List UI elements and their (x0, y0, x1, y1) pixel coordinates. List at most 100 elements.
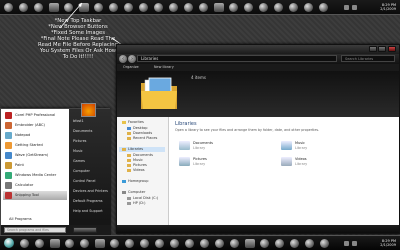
app-icon[interactable] (199, 3, 208, 12)
app-icon[interactable] (80, 239, 89, 248)
start-search-input[interactable]: Search programs and files (4, 227, 66, 233)
program-item[interactable]: Windows Media Center (3, 171, 67, 180)
bottom-clock[interactable]: 8:29 PM 2/1/2009 (380, 239, 396, 247)
app-icon[interactable] (215, 239, 224, 248)
app-icon[interactable] (289, 3, 298, 12)
library-item[interactable]: Pictures Library (193, 157, 207, 166)
clock-date: 2/1/2009 (380, 7, 396, 11)
app-icon[interactable] (110, 239, 119, 248)
start-computer[interactable]: Computer (73, 167, 90, 175)
search-input[interactable]: Search Libraries (341, 55, 395, 62)
app-icon[interactable] (275, 239, 284, 248)
pictures-library-icon[interactable] (179, 157, 190, 166)
app-icon[interactable] (259, 3, 268, 12)
app-icon[interactable] (230, 239, 239, 248)
app-icon[interactable] (290, 239, 299, 248)
app-icon[interactable] (140, 239, 149, 248)
app-icon[interactable] (154, 3, 163, 12)
start-devices[interactable]: Devices and Printers (73, 187, 108, 195)
organize-menu[interactable]: Organize (123, 65, 139, 69)
app-icon[interactable] (125, 239, 134, 248)
library-item[interactable]: Videos Library (295, 157, 307, 166)
nav-item-libraries[interactable]: Libraries (119, 147, 165, 152)
app-icon[interactable] (184, 3, 193, 12)
shutdown-button[interactable] (73, 227, 97, 233)
program-item[interactable]: Paint (3, 161, 67, 170)
app-icon[interactable] (65, 239, 74, 248)
window-titlebar[interactable] (117, 45, 399, 54)
favorites-header[interactable]: Favorites (122, 120, 144, 125)
app-icon[interactable] (109, 3, 118, 12)
folder-icon (127, 136, 131, 140)
app-icon[interactable] (260, 239, 269, 248)
network-icon[interactable] (344, 5, 349, 10)
network-icon[interactable] (344, 241, 349, 246)
program-item[interactable]: Corel PHP Professional (3, 111, 67, 120)
close-button[interactable] (388, 46, 396, 52)
app-icon[interactable] (139, 3, 148, 12)
app-icon[interactable] (49, 3, 59, 12)
app-icon[interactable] (304, 3, 313, 12)
start-orb-icon[interactable] (4, 238, 14, 248)
minimize-button[interactable] (369, 46, 377, 52)
app-icon[interactable] (305, 239, 314, 248)
music-library-icon[interactable] (281, 141, 292, 150)
start-music[interactable]: Music (73, 147, 83, 155)
maximize-button[interactable] (378, 46, 386, 52)
program-item[interactable]: Wave (GetStream) (3, 151, 67, 160)
videos-library-icon[interactable] (281, 157, 292, 166)
app-icon[interactable] (200, 239, 209, 248)
nav-item-drive-d[interactable]: HP (D:) (127, 201, 145, 206)
app-icon[interactable] (169, 3, 178, 12)
app-icon[interactable] (19, 3, 28, 12)
app-icon[interactable] (214, 3, 224, 12)
volume-icon[interactable] (352, 241, 357, 246)
start-user-name[interactable]: bfost1 (73, 117, 84, 125)
nav-item-recent[interactable]: Recent Places (127, 136, 157, 141)
volume-icon[interactable] (352, 5, 357, 10)
documents-library-icon[interactable] (179, 141, 190, 150)
start-games[interactable]: Games (73, 157, 85, 165)
start-control-panel[interactable]: Control Panel (73, 177, 95, 185)
nav-item-homegroup[interactable]: Homegroup (122, 179, 149, 184)
app-icon[interactable] (319, 3, 328, 12)
app-icon[interactable] (274, 3, 283, 12)
nav-item-computer[interactable]: Computer (122, 190, 145, 195)
start-pictures[interactable]: Pictures (73, 137, 86, 145)
app-icon[interactable] (95, 239, 105, 248)
new-library-button[interactable]: New library (154, 65, 174, 69)
program-item[interactable]: Embroider (ABC) (3, 121, 67, 130)
top-clock[interactable]: 8:29 PM 2/1/2009 (380, 3, 396, 11)
app-icon[interactable] (79, 3, 89, 12)
app-icon[interactable] (64, 3, 73, 12)
app-icon[interactable] (94, 3, 103, 12)
start-default-programs[interactable]: Default Programs (73, 197, 103, 205)
program-item[interactable]: Notepad (3, 131, 67, 140)
back-button[interactable]: ‹ (119, 55, 127, 63)
app-icon[interactable] (35, 239, 44, 248)
app-icon[interactable] (229, 3, 238, 12)
app-icon[interactable] (20, 239, 29, 248)
app-icon[interactable] (320, 239, 329, 248)
program-item[interactable]: Getting Started (3, 141, 67, 150)
forward-button[interactable]: › (128, 55, 136, 63)
program-item[interactable]: Snipping Tool (3, 191, 67, 200)
all-programs-button[interactable]: All Programs (3, 215, 67, 224)
library-item[interactable]: Documents Library (193, 141, 213, 150)
app-icon[interactable] (245, 239, 255, 248)
app-icon[interactable] (185, 239, 194, 248)
app-icon[interactable] (155, 239, 164, 248)
app-icon[interactable] (124, 3, 133, 12)
app-icon[interactable] (50, 239, 60, 248)
library-item[interactable]: Music Library (295, 141, 307, 150)
user-avatar[interactable] (81, 103, 96, 117)
app-icon[interactable] (170, 239, 179, 248)
address-input[interactable]: Libraries (137, 55, 337, 62)
start-help[interactable]: Help and Support (73, 207, 103, 215)
program-item[interactable]: Calculator (3, 181, 67, 190)
app-icon[interactable] (34, 3, 43, 12)
start-documents[interactable]: Documents (73, 127, 92, 135)
app-icon[interactable] (4, 3, 13, 12)
app-icon[interactable] (244, 3, 253, 12)
nav-item-videos[interactable]: Videos (127, 168, 145, 173)
